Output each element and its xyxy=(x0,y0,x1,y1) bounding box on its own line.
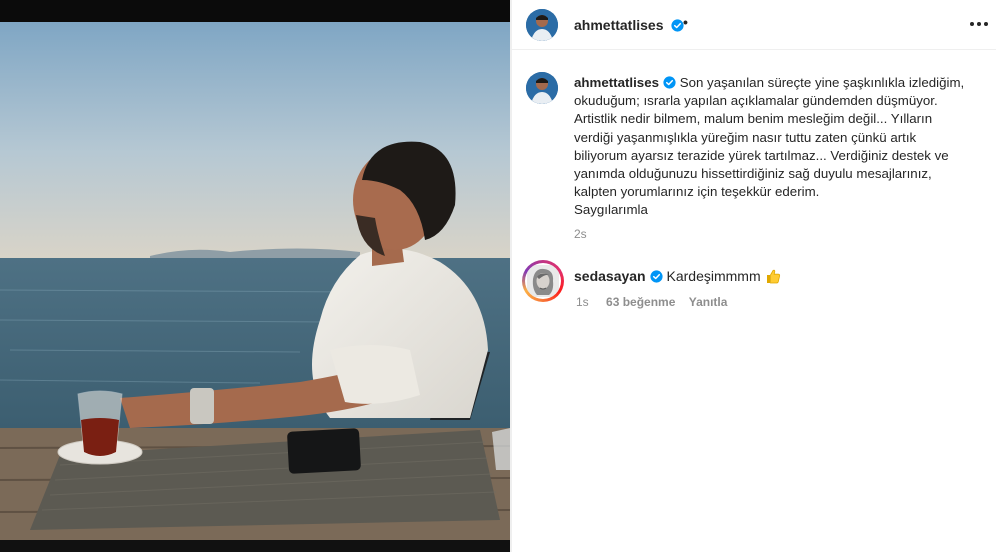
caption-line-text: yanımda olduğunuzu hissettirdiğiniz sağ … xyxy=(574,166,932,182)
comment-likes-count[interactable]: 63 beğenme xyxy=(606,295,675,309)
caption-author-avatar[interactable] xyxy=(526,72,558,104)
thumbs-up-emoji-icon xyxy=(766,269,780,284)
author-avatar[interactable] xyxy=(526,9,558,41)
comment-timestamp[interactable]: 1s xyxy=(576,295,589,309)
post-image xyxy=(0,0,510,552)
post-header: ahmettatlises • xyxy=(512,0,996,50)
reply-button[interactable]: Yanıtla xyxy=(689,295,728,309)
caption-username[interactable]: ahmettatlises xyxy=(574,75,659,90)
caption-line-text: biliyorum ayarsız terazide yürek tartılm… xyxy=(574,147,949,163)
author-username-row[interactable]: ahmettatlises xyxy=(574,17,684,33)
author-username[interactable]: ahmettatlises xyxy=(574,17,663,33)
post-caption: ahmettatlises Son yaşanılan süreçte yine… xyxy=(574,74,986,220)
caption-timestamp[interactable]: 2s xyxy=(574,227,587,241)
header-dot-separator: • xyxy=(683,14,688,30)
comment-text: Kardeşimmmm xyxy=(666,268,761,284)
post-sidebar: ahmettatlises • ahmettatlises Son yaşanı… xyxy=(512,0,996,552)
caption-line-text: okuduğum; ısrarla yapılan açıklamalar gü… xyxy=(574,93,938,109)
comment-meta: 1s 63 beğenme Yanıtla xyxy=(576,295,727,309)
post-photo[interactable] xyxy=(0,0,510,552)
caption-line-text: kalpten yorumlarınız için teşekkür ederi… xyxy=(574,184,820,200)
caption-line-text: Son yaşanılan süreçte yine şaşkınlıkla i… xyxy=(679,75,965,90)
caption-first-line: ahmettatlises Son yaşanılan süreçte yine… xyxy=(574,74,986,92)
verified-badge-icon xyxy=(663,76,676,89)
commenter-username[interactable]: sedasayan xyxy=(574,268,646,284)
commenter-avatar[interactable] xyxy=(522,260,564,302)
caption-line-text: verdiği yaşanmışlıkla yüreğim nasır tutt… xyxy=(574,129,917,145)
more-horizontal-icon[interactable] xyxy=(968,14,990,34)
caption-line-text: Artistlik nedir bilmem, malum benim mesl… xyxy=(574,111,933,127)
comment-body: sedasayan Kardeşimmmm xyxy=(574,268,781,284)
commenter-avatar-image xyxy=(525,263,561,299)
verified-badge-icon xyxy=(650,270,663,283)
caption-line-text: Saygılarımla xyxy=(574,202,648,218)
